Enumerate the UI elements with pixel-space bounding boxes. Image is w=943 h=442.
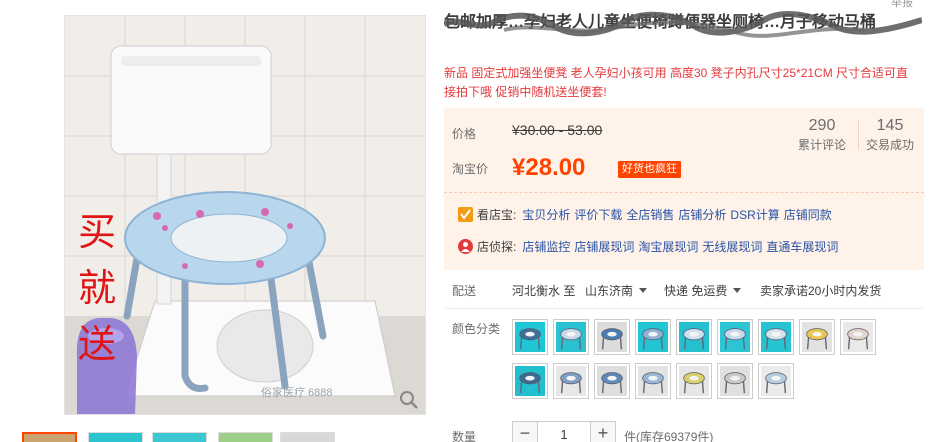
current-price: ¥28.00	[512, 154, 586, 181]
shop-watch-lead: 看店宝:	[477, 208, 517, 222]
deal-count[interactable]: 145 交易成功	[864, 116, 916, 154]
price-divider	[444, 192, 924, 193]
color-option-5[interactable]	[676, 319, 712, 355]
color-option-4[interactable]	[635, 319, 671, 355]
color-option-thumbnail	[761, 366, 791, 396]
color-option-10[interactable]	[512, 363, 548, 399]
color-option-thumbnail	[638, 322, 668, 352]
thumbnail-5[interactable]	[280, 432, 335, 442]
shipping-destination: 山东济南	[585, 284, 634, 298]
color-option-thumbnail	[638, 366, 668, 396]
shipping-method-select[interactable]: 快递 免运费	[664, 282, 742, 300]
color-option-thumbnail	[802, 322, 832, 352]
color-option-14[interactable]	[676, 363, 712, 399]
shop-detect-lead: 店侦探:	[477, 240, 517, 254]
main-product-image[interactable]: 买就送 俗家医疗 6888	[64, 15, 426, 415]
shipping-promise: 卖家承诺20小时内发货	[760, 284, 882, 298]
shipping-destination-select[interactable]: 山东济南	[585, 282, 648, 300]
color-category-label: 颜色分类	[452, 322, 501, 336]
shop-watch-link-4[interactable]: 店铺分析	[678, 208, 726, 222]
color-option-thumbnail	[843, 322, 873, 352]
price-label: 价格	[452, 127, 477, 141]
deal-count-label: 交易成功	[865, 138, 914, 152]
shop-watch-link-6[interactable]: 店铺同款	[784, 208, 832, 222]
color-option-16[interactable]	[758, 363, 794, 399]
color-option-thumbnail	[515, 366, 545, 396]
review-count-number: 290	[808, 117, 836, 134]
shop-detect-link-3[interactable]: 淘宝展现词	[638, 240, 698, 254]
shop-watch-toolbar: 看店宝: 宝贝分析 评价下载 全店销售 店铺分析 DSR计算 店铺同款	[458, 206, 836, 224]
color-option-thumbnail	[761, 322, 791, 352]
chevron-down-icon	[639, 288, 648, 293]
taobao-price-label: 淘宝价	[452, 162, 489, 176]
shop-watch-link-3[interactable]: 全店销售	[626, 208, 674, 222]
shipping-label: 配送	[452, 284, 477, 298]
quantity-label: 数量	[452, 430, 477, 442]
color-option-thumbnail	[597, 366, 627, 396]
image-watermark: 俗家医疗 6888	[261, 387, 333, 399]
stock-info: 件(库存69379件)	[624, 430, 714, 442]
thumbnail-3[interactable]	[152, 432, 207, 442]
color-option-3[interactable]	[594, 319, 630, 355]
shop-detect-icon	[458, 239, 473, 254]
color-option-thumbnail	[720, 366, 750, 396]
review-count[interactable]: 290 累计评论	[794, 116, 850, 154]
product-subtitle: 新品 固定式加强坐便凳 老人孕妇小孩可用 高度30 凳子内孔尺寸25*21CM …	[444, 66, 909, 99]
shop-detect-link-2[interactable]: 店铺展现词	[574, 240, 634, 254]
color-option-thumbnail	[679, 322, 709, 352]
shop-detect-link-4[interactable]: 无线展现词	[702, 240, 762, 254]
shop-detect-link-5[interactable]: 直通车展现词	[766, 240, 838, 254]
shop-detect-link-1[interactable]: 店铺监控	[522, 240, 570, 254]
quantity-decrease-button[interactable]: −	[512, 421, 538, 442]
color-option-12[interactable]	[594, 363, 630, 399]
shipping-origin: 河北衡水 至	[512, 284, 576, 298]
shop-watch-link-2[interactable]: 评价下载	[574, 208, 622, 222]
color-option-9[interactable]	[840, 319, 876, 355]
color-option-15[interactable]	[717, 363, 753, 399]
shop-detect-toolbar: 店侦探: 店铺监控 店铺展现词 淘宝展现词 无线展现词 直通车展现词	[458, 238, 842, 256]
thumbnail-2[interactable]	[88, 432, 143, 442]
price-panel: 价格 ¥30.00 - 53.00 淘宝价 ¥28.00 好货也疯狂 290 累…	[444, 108, 924, 270]
color-option-11[interactable]	[553, 363, 589, 399]
review-count-label: 累计评论	[797, 138, 846, 152]
shop-watch-link-5[interactable]: DSR计算	[730, 208, 779, 222]
quantity-increase-button[interactable]: +	[590, 421, 616, 442]
quantity-input[interactable]	[538, 421, 590, 442]
color-option-thumbnail	[556, 366, 586, 396]
promo-overlay-text: 买就送	[77, 210, 116, 366]
stat-divider	[858, 120, 859, 150]
color-option-thumbnail	[720, 322, 750, 352]
color-option-7[interactable]	[758, 319, 794, 355]
shop-watch-icon	[458, 207, 473, 222]
shop-watch-link-1[interactable]: 宝贝分析	[522, 208, 570, 222]
deal-count-number: 145	[876, 117, 904, 134]
color-option-thumbnail	[597, 322, 627, 352]
color-option-thumbnail	[515, 322, 545, 352]
color-option-1[interactable]	[512, 319, 548, 355]
color-option-6[interactable]	[717, 319, 753, 355]
color-option-2[interactable]	[553, 319, 589, 355]
color-option-13[interactable]	[635, 363, 671, 399]
original-price: ¥30.00 - 53.00	[512, 122, 603, 138]
chevron-down-icon	[733, 288, 742, 293]
product-title: 包邮加厚…孕妇老人儿童坐便椅蹲便器坐厕椅…月子移动马桶	[444, 14, 877, 31]
promo-badge: 好货也疯狂	[618, 161, 681, 178]
shipping-method: 快递 免运费	[664, 284, 728, 298]
color-option-thumbnail	[556, 322, 586, 352]
zoom-icon[interactable]	[399, 390, 419, 410]
report-link[interactable]: 举报	[891, 0, 913, 10]
color-option-8[interactable]	[799, 319, 835, 355]
divider	[444, 308, 924, 309]
thumbnail-1[interactable]	[22, 432, 77, 442]
color-option-thumbnail	[679, 366, 709, 396]
thumbnail-4[interactable]	[218, 432, 273, 442]
